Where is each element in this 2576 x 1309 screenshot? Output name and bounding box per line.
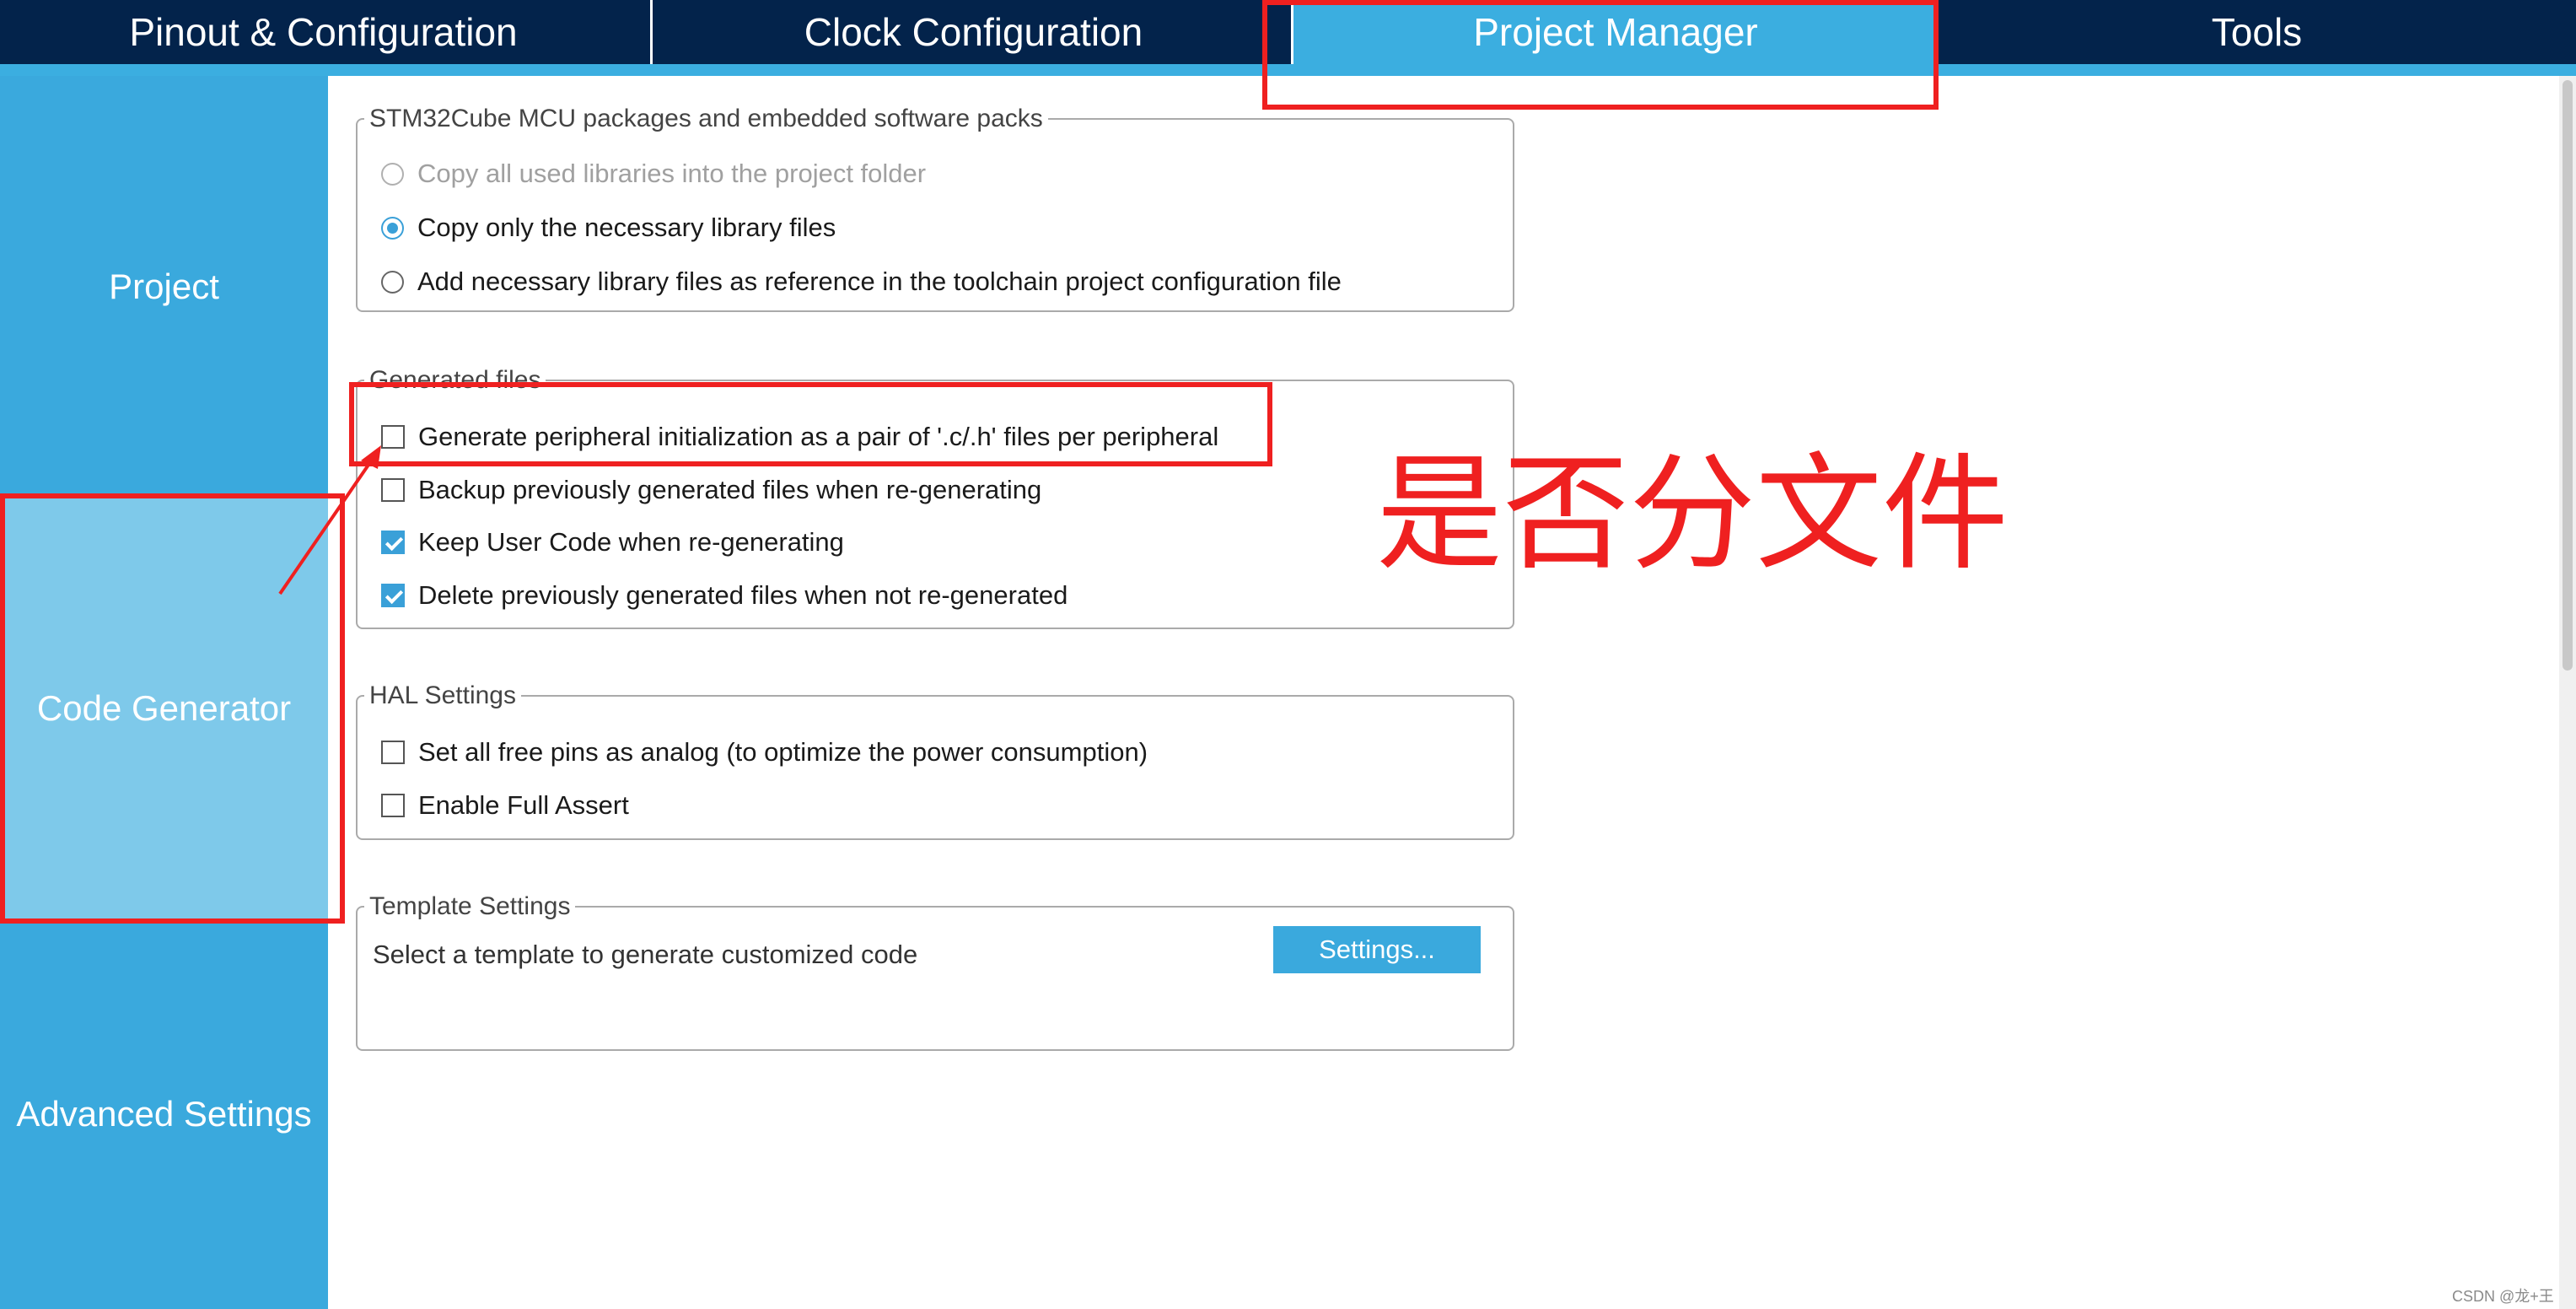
option-label: Keep User Code when re-generating: [418, 527, 844, 557]
template-settings-group: Template Settings Select a template to g…: [356, 892, 1514, 1051]
checkbox-checked-icon[interactable]: [381, 531, 405, 554]
enable-full-assert-option[interactable]: Enable Full Assert: [381, 789, 629, 822]
option-label: Delete previously generated files when n…: [418, 580, 1068, 610]
mcu-packages-group: STM32Cube MCU packages and embedded soft…: [356, 105, 1514, 312]
copy-all-libraries-option[interactable]: Copy all used libraries into the project…: [381, 157, 926, 191]
backup-generated-files-option[interactable]: Backup previously generated files when r…: [381, 473, 1041, 507]
tab-clock-configuration[interactable]: Clock Configuration: [650, 0, 1294, 64]
reference-libraries-option[interactable]: Add necessary library files as reference…: [381, 265, 1342, 299]
sidebar-item-project[interactable]: Project: [0, 76, 328, 498]
free-pins-analog-option[interactable]: Set all free pins as analog (to optimize…: [381, 735, 1148, 769]
option-label: Set all free pins as analog (to optimize…: [418, 737, 1148, 767]
checkbox-unchecked-icon[interactable]: [381, 741, 405, 764]
annotation-box-project-manager: [1262, 0, 1939, 110]
template-settings-button[interactable]: Settings...: [1273, 926, 1481, 973]
tab-tools[interactable]: Tools: [1938, 0, 2576, 64]
scrollbar-thumb[interactable]: [2563, 80, 2573, 671]
tab-pinout-configuration[interactable]: Pinout & Configuration: [0, 0, 647, 64]
mcu-packages-title: STM32Cube MCU packages and embedded soft…: [369, 105, 1043, 132]
radio-checked-icon[interactable]: [381, 216, 404, 240]
delete-previous-files-option[interactable]: Delete previously generated files when n…: [381, 579, 1068, 612]
template-description: Select a template to generate customized…: [373, 940, 918, 969]
option-label: Copy only the necessary library files: [417, 213, 836, 242]
copy-necessary-libraries-option[interactable]: Copy only the necessary library files: [381, 211, 836, 245]
option-label: Copy all used libraries into the project…: [417, 159, 927, 188]
radio-unchecked-icon[interactable]: [381, 162, 404, 186]
annotation-box-generate-peripheral: [349, 382, 1272, 466]
option-label: Enable Full Assert: [418, 790, 629, 820]
option-label: Add necessary library files as reference…: [417, 267, 1342, 296]
template-settings-title: Template Settings: [369, 892, 571, 920]
option-label: Backup previously generated files when r…: [418, 475, 1042, 504]
checkbox-unchecked-icon[interactable]: [381, 478, 405, 502]
radio-unchecked-icon[interactable]: [381, 270, 404, 294]
checkbox-unchecked-icon[interactable]: [381, 794, 405, 817]
hal-settings-title: HAL Settings: [369, 681, 516, 709]
watermark: CSDN @龙+王: [2452, 1288, 2554, 1305]
keep-user-code-option[interactable]: Keep User Code when re-generating: [381, 525, 844, 559]
hal-settings-group: HAL Settings Set all free pins as analog…: [356, 681, 1514, 840]
annotation-text: 是否分文件: [1376, 441, 2009, 588]
sidebar-item-advanced-settings[interactable]: Advanced Settings: [0, 919, 328, 1309]
checkbox-checked-icon[interactable]: [381, 584, 405, 607]
annotation-box-code-generator: [0, 493, 345, 924]
